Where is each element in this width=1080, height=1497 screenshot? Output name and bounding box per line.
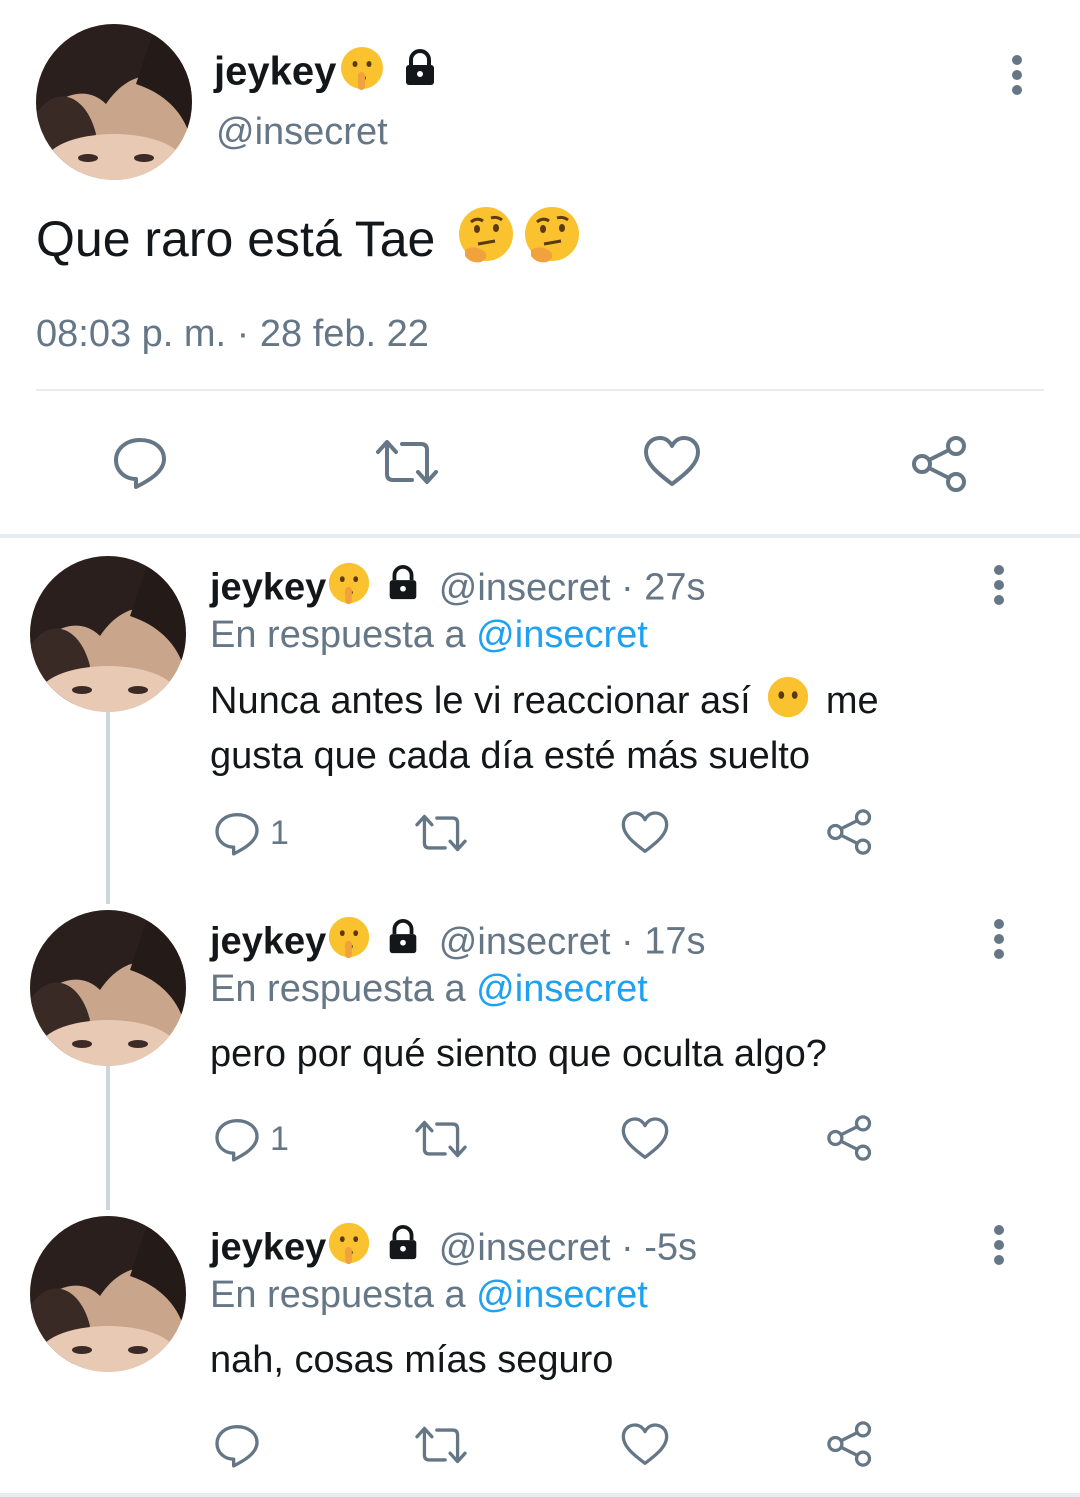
replying-to: En respuesta a @insecret [210, 610, 648, 660]
like-icon [642, 432, 702, 492]
handle[interactable]: @insecret [216, 108, 388, 156]
thread-line [106, 712, 110, 904]
retweet-button[interactable] [412, 808, 470, 858]
display-name[interactable]: jeykey [214, 44, 440, 104]
share-button[interactable] [824, 1112, 876, 1164]
share-icon [908, 432, 972, 496]
thinking-face-emoji [521, 204, 583, 282]
share-icon [824, 806, 876, 858]
avatar[interactable] [30, 1216, 186, 1372]
reply-text-line: me [825, 680, 879, 723]
reply-text: Nunca antes le vi reaccionar así me gust… [210, 674, 879, 780]
bottom-divider [0, 1493, 1080, 1497]
lock-icon [384, 918, 422, 969]
retweet-button[interactable] [412, 1114, 470, 1164]
more-vertical-icon[interactable] [984, 562, 1014, 608]
reply-time[interactable]: · -5s [621, 1227, 697, 1269]
reply-icon [110, 432, 170, 492]
replying-to: En respuesta a @insecret [210, 1270, 648, 1320]
more-vertical-icon[interactable] [984, 1222, 1014, 1268]
reply-text: pero por qué siento que oculta algo? [210, 1033, 827, 1075]
thread-line [106, 1066, 110, 1210]
avatar[interactable] [30, 910, 186, 1066]
replying-to-link[interactable]: @insecret [476, 1274, 648, 1316]
replying-to-link[interactable]: @insecret [476, 614, 648, 656]
replying-to-label: En respuesta a [210, 968, 466, 1010]
display-name-text: jeykey [214, 49, 337, 94]
share-icon [824, 1418, 876, 1470]
share-button[interactable] [824, 1418, 876, 1470]
reply-button[interactable] [110, 432, 170, 492]
handle[interactable]: @insecret [439, 921, 611, 963]
reply-icon [212, 808, 262, 858]
replying-to-label: En respuesta a [210, 1274, 466, 1316]
replying-to: En respuesta a @insecret [210, 964, 648, 1014]
like-button[interactable] [620, 808, 670, 858]
share-button[interactable] [824, 806, 876, 858]
reply-text-line: Nunca antes le vi reaccionar así [210, 680, 751, 723]
handle[interactable]: @insecret [439, 567, 611, 609]
handle[interactable]: @insecret [439, 1227, 611, 1269]
reply-count: 1 [270, 1119, 289, 1158]
lock-icon [384, 564, 422, 615]
share-button[interactable] [908, 432, 972, 496]
replying-to-label: En respuesta a [210, 614, 466, 656]
reply-text: nah, cosas mías seguro [210, 1339, 614, 1381]
no-mouth-face-emoji [765, 674, 811, 732]
replying-to-link[interactable]: @insecret [476, 968, 648, 1010]
shushing-face-emoji [338, 44, 386, 104]
reply-button[interactable]: 1 [212, 808, 289, 858]
like-icon [620, 808, 670, 858]
retweet-icon [412, 808, 470, 858]
share-icon [824, 1112, 876, 1164]
display-name[interactable]: jeykey [210, 567, 326, 609]
display-name[interactable]: jeykey [210, 1227, 326, 1269]
like-button[interactable] [620, 1114, 670, 1164]
lock-icon [384, 1224, 422, 1275]
retweet-icon [412, 1420, 470, 1470]
section-divider [0, 534, 1080, 538]
retweet-button[interactable] [372, 432, 442, 492]
more-vertical-icon[interactable] [1002, 52, 1032, 98]
tweet-text: Que raro está Tae [36, 204, 583, 282]
like-button[interactable] [642, 432, 702, 492]
thinking-face-emoji [455, 204, 517, 282]
reply-time[interactable]: · 17s [621, 921, 705, 963]
like-icon [620, 1420, 670, 1470]
divider [36, 389, 1044, 391]
tweet-timestamp[interactable]: 08:03 p. m. · 28 feb. 22 [36, 310, 429, 358]
lock-icon [400, 48, 440, 100]
reply-button[interactable] [212, 1420, 270, 1470]
reply-count: 1 [270, 813, 289, 852]
retweet-icon [372, 432, 442, 492]
retweet-icon [412, 1114, 470, 1164]
like-button[interactable] [620, 1420, 670, 1470]
more-vertical-icon[interactable] [984, 916, 1014, 962]
reply-text-line: gusta que cada día esté más suelto [210, 735, 810, 777]
reply-icon [212, 1114, 262, 1164]
reply-time[interactable]: · 27s [621, 567, 705, 609]
avatar[interactable] [36, 24, 192, 180]
retweet-button[interactable] [412, 1420, 470, 1470]
like-icon [620, 1114, 670, 1164]
reply-icon [212, 1420, 262, 1470]
display-name[interactable]: jeykey [210, 921, 326, 963]
tweet-text-content: Que raro está Tae [36, 211, 436, 268]
avatar[interactable] [30, 556, 186, 712]
reply-button[interactable]: 1 [212, 1114, 289, 1164]
